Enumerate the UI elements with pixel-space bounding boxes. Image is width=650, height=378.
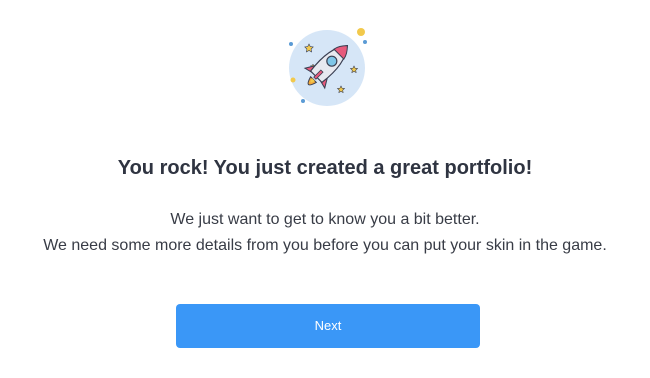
next-button[interactable]: Next [176,304,480,348]
intro-message: We just want to get to know you a bit be… [0,207,650,259]
decor-dot-blue [363,40,367,44]
onboarding-success-panel: You rock! You just created a great portf… [0,0,650,378]
rocket-icon [289,28,367,106]
decor-dot-yellow [290,77,296,83]
page-title: You rock! You just created a great portf… [117,157,533,179]
intro-message-line-2: We need some more details from you befor… [43,237,607,254]
decor-dot-yellow [357,28,365,36]
intro-message-line-1: We just want to get to know you a bit be… [170,211,480,228]
rocket-illustration [285,24,369,108]
decor-dot-blue [301,99,305,103]
decor-dot-blue [289,42,293,46]
